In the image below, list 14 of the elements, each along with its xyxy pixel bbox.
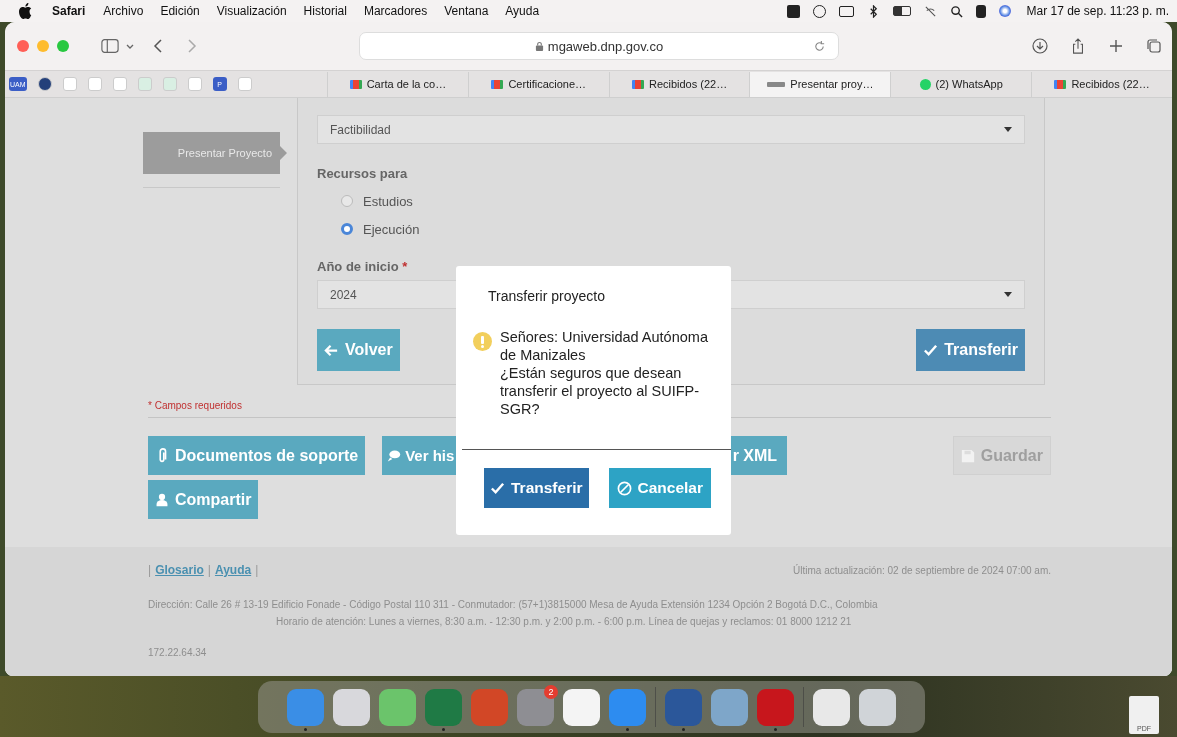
dialog-title: Transferir proyecto <box>487 288 606 304</box>
field-label: Año de inicio * <box>317 259 409 274</box>
separator: | <box>255 563 259 577</box>
ip-address: 172.22.64.34 <box>148 647 208 658</box>
required-note: * Campos requeridos <box>148 400 242 411</box>
notification-badge: 2 <box>544 685 558 699</box>
url-text: mgaweb.dnp.gov.co <box>547 38 664 54</box>
separator: | <box>207 563 211 577</box>
separator: | <box>148 563 152 577</box>
last-updated: Última actualización: 02 de septiembre de 2024 07:00 am. <box>793 564 1051 576</box>
dialog-message: Señores: Universidad Autónoma de Manizales ¿Están seguros que desean transferir el proyecto al SUIFP-SGR? <box>500 328 709 418</box>
footer-hours: Horario de atención: Lunes a viernes, 8:30 a.m. - 12:30 p.m. y 2:00 p.m. - 6:00 p.m. Línea de quejas y reclamos: 01 8000 1212 21 <box>275 616 853 627</box>
footer-address: Dirección: Calle 26 # 13-19 Edificio Fonade - Código Postal 110 311 - Conmutador: (57+1)3815000 Mesa de Ayuda Extensión 1234 Opción 2 Bogotá D.C., Colombia <box>148 599 879 610</box>
field-label: Recursos para <box>317 166 409 181</box>
